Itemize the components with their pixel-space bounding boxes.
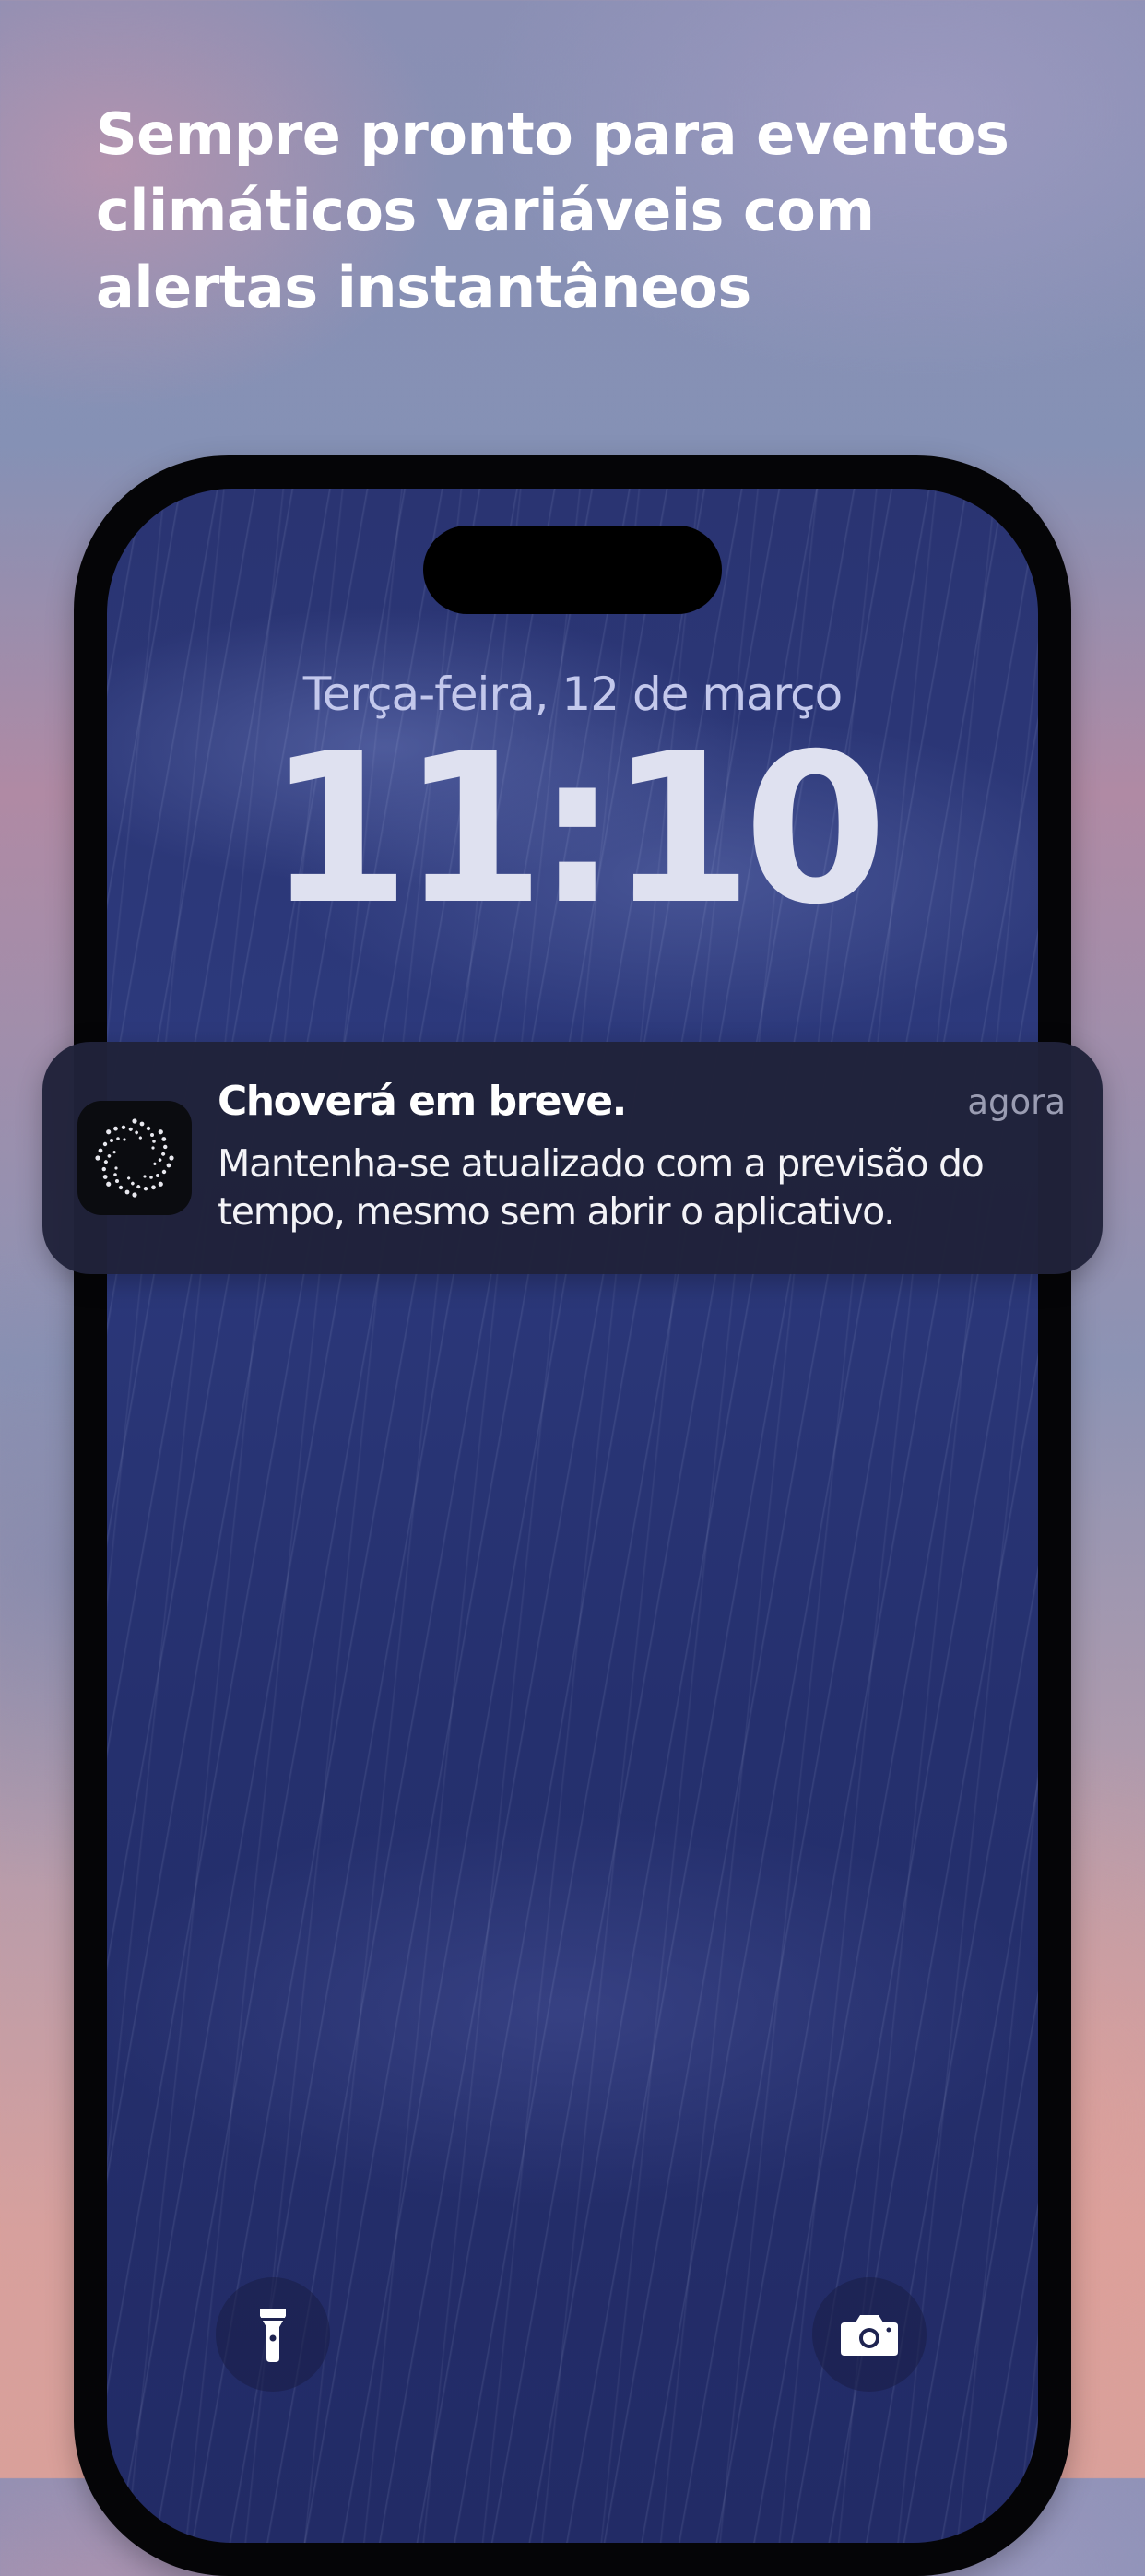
notification-body: Mantenha-se atualizado com a previsão do… [218,1141,985,1234]
phone-frame: Terça-feira, 12 de março 11:10 [74,455,1071,2576]
flashlight-icon [260,2309,286,2362]
notification-timestamp: agora [967,1082,1066,1122]
rain-notification[interactable]: Choverá em breve. agora Mantenha-se atua… [42,1042,1103,1274]
notification-title: Choverá em breve. [218,1078,627,1125]
dynamic-island [423,526,722,614]
camera-button[interactable] [812,2277,927,2392]
flashlight-button[interactable] [216,2277,330,2392]
weather-app-spiral-icon [77,1101,192,1215]
spiral-icon [95,1118,174,1198]
camera-icon [841,2315,898,2356]
promo-headline: Sempre pronto para eventos climáticos va… [96,100,1009,321]
lock-screen: Terça-feira, 12 de março 11:10 [107,489,1038,2543]
lock-screen-time: 11:10 [266,709,887,950]
